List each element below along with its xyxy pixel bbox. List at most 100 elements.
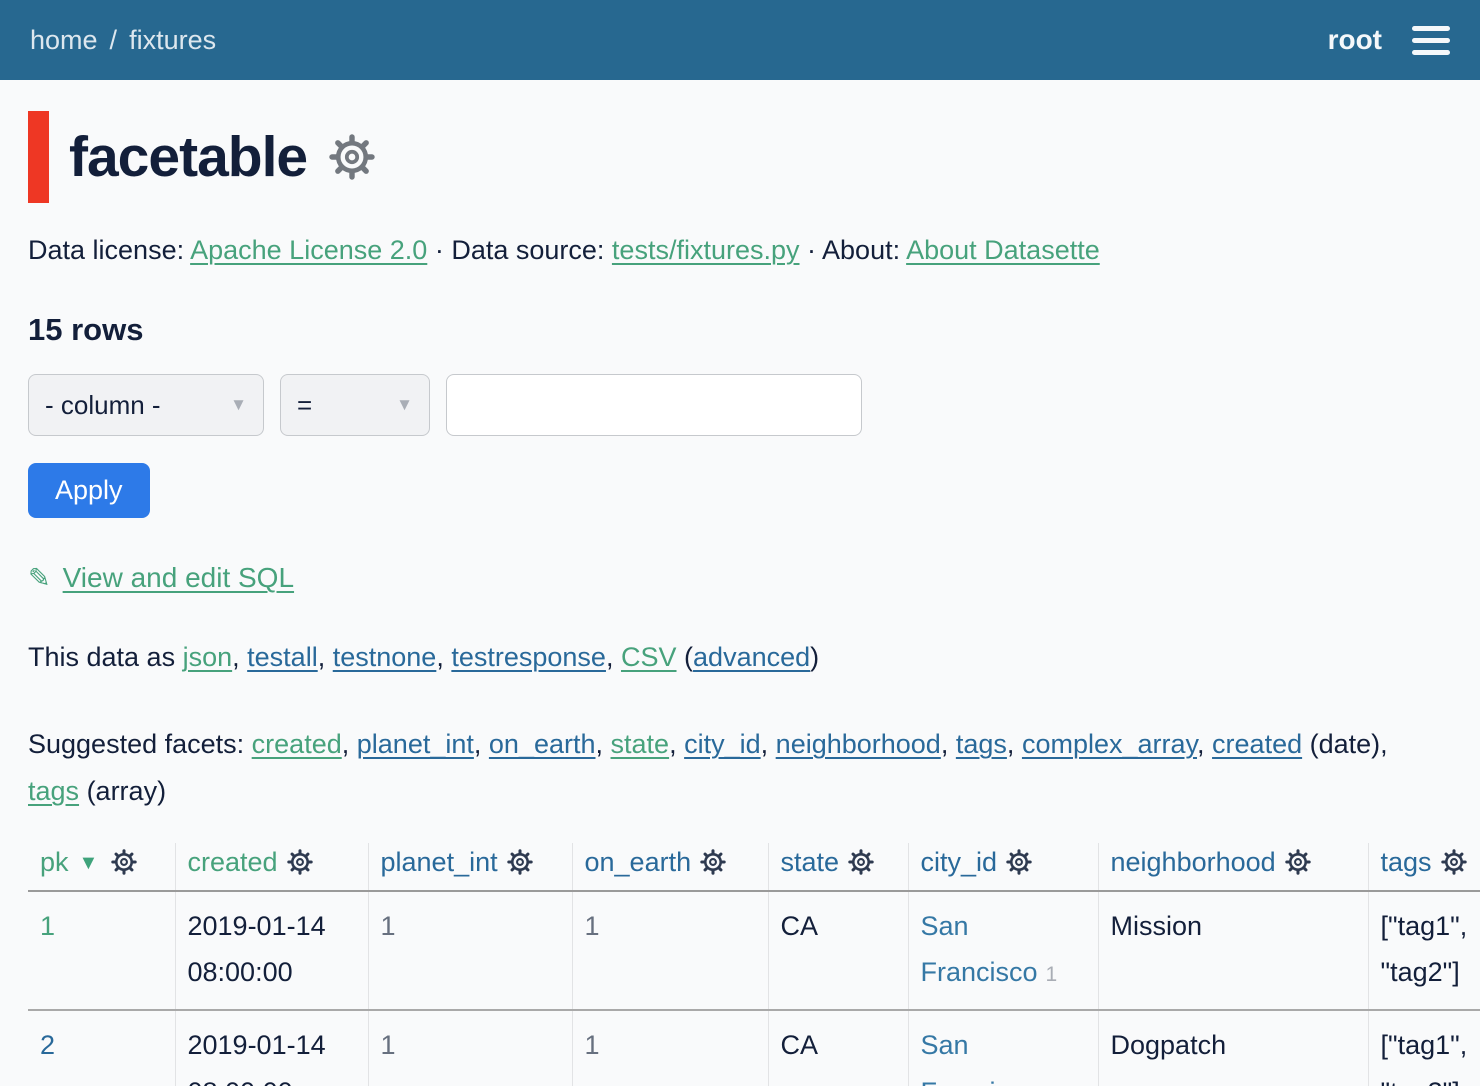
filter-operator-selected-value: = <box>297 390 312 421</box>
cell-neighborhood: Mission <box>1098 891 1368 1011</box>
filter-operator-select[interactable]: = ▼ <box>280 374 430 436</box>
facets-prefix: Suggested facets: <box>28 729 244 759</box>
about-link[interactable]: About Datasette <box>906 235 1100 265</box>
license-label: Data license: <box>28 235 184 265</box>
cell-city-id: San Francisco1 <box>908 1010 1098 1086</box>
close-paren: ) <box>810 642 819 672</box>
cell-pk: 1 <box>28 891 175 1011</box>
breadcrumb-separator: / <box>110 25 118 56</box>
cell-created: 2019-01-14 08:00:00 <box>175 891 368 1011</box>
city-link[interactable]: San Francisco <box>921 911 1038 987</box>
page-title: facetable <box>69 124 307 190</box>
column-planet-int-gear-icon[interactable] <box>506 848 534 876</box>
facet-link-created-date[interactable]: created <box>1212 729 1302 759</box>
cell-on-earth: 1 <box>572 1010 768 1086</box>
column-city-id-gear-icon[interactable] <box>1005 848 1033 876</box>
column-header-created: created <box>175 843 368 891</box>
filter-value-input[interactable] <box>446 374 862 436</box>
meta-separator: · <box>807 235 816 265</box>
city-link[interactable]: San Francisco <box>921 1030 1038 1086</box>
metadata-line: Data license: Apache License 2.0 · Data … <box>28 235 1480 266</box>
cell-state: CA <box>768 891 908 1011</box>
column-on-earth-gear-icon[interactable] <box>699 848 727 876</box>
facet-link-on-earth[interactable]: on_earth <box>489 729 596 759</box>
comma: , <box>342 729 350 759</box>
logged-in-user: root <box>1328 24 1382 56</box>
row-count: 15 rows <box>28 312 1480 348</box>
nav-right: root <box>1328 22 1450 59</box>
city-id-raw-value: 1 <box>1046 963 1058 986</box>
row-pk-link[interactable]: 1 <box>40 911 55 941</box>
column-tags-gear-icon[interactable] <box>1440 848 1468 876</box>
breadcrumb-home-link[interactable]: home <box>30 25 98 56</box>
row-pk-link[interactable]: 2 <box>40 1030 55 1060</box>
column-header-neighborhood-link[interactable]: neighborhood <box>1111 847 1276 877</box>
export-prefix: This data as <box>28 642 175 672</box>
table-actions-gear-icon[interactable] <box>327 132 377 182</box>
main-content: facetable Data license: Apache License 2… <box>0 111 1480 1086</box>
comma: , <box>669 729 677 759</box>
view-edit-sql-link[interactable]: View and edit SQL <box>63 562 294 593</box>
chevron-down-icon: ▼ <box>230 395 247 415</box>
facet-link-city-id[interactable]: city_id <box>684 729 761 759</box>
pencil-icon: ✎ <box>28 563 51 594</box>
filter-column-selected-value: - column - <box>45 390 161 421</box>
column-header-tags-link[interactable]: tags <box>1381 847 1432 877</box>
facet-link-tags[interactable]: tags <box>956 729 1007 759</box>
cell-state: CA <box>768 1010 908 1086</box>
column-header-pk-link[interactable]: pk <box>40 847 69 877</box>
column-header-city-id-link[interactable]: city_id <box>921 847 998 877</box>
facet-link-neighborhood[interactable]: neighborhood <box>776 729 941 759</box>
export-csv-advanced-link[interactable]: advanced <box>693 642 810 672</box>
column-header-on-earth-link[interactable]: on_earth <box>585 847 692 877</box>
cell-planet-int: 1 <box>368 1010 572 1086</box>
facet-link-created[interactable]: created <box>252 729 342 759</box>
export-csv-link[interactable]: CSV <box>621 642 677 672</box>
export-json-link[interactable]: json <box>183 642 233 672</box>
column-state-gear-icon[interactable] <box>847 848 875 876</box>
cell-created: 2019-01-14 08:00:00 <box>175 1010 368 1086</box>
database-color-bar <box>28 111 49 203</box>
cell-on-earth: 1 <box>572 891 768 1011</box>
license-link[interactable]: Apache License 2.0 <box>190 235 427 265</box>
facet-link-state[interactable]: state <box>611 729 670 759</box>
facet-link-planet-int[interactable]: planet_int <box>357 729 474 759</box>
comma: , <box>1007 729 1015 759</box>
column-pk-gear-icon[interactable] <box>110 848 138 876</box>
comma: , <box>596 729 604 759</box>
column-header-state-link[interactable]: state <box>781 847 840 877</box>
comma: , <box>1380 729 1388 759</box>
table-header-row: pk▼ created planet_int on_earth state <box>28 843 1480 891</box>
hamburger-bar <box>1412 50 1450 55</box>
column-header-planet-int: planet_int <box>368 843 572 891</box>
column-created-gear-icon[interactable] <box>286 848 314 876</box>
hamburger-menu-icon[interactable] <box>1412 22 1450 59</box>
about-label: About: <box>822 235 900 265</box>
column-header-state: state <box>768 843 908 891</box>
export-testresponse-link[interactable]: testresponse <box>451 642 606 672</box>
cell-tags: ["tag1", "tag3"] <box>1368 1010 1480 1086</box>
open-paren: ( <box>684 642 693 672</box>
apply-button[interactable]: Apply <box>28 463 150 518</box>
chevron-down-icon: ▼ <box>396 395 413 415</box>
column-header-neighborhood: neighborhood <box>1098 843 1368 891</box>
column-header-planet-int-link[interactable]: planet_int <box>381 847 498 877</box>
suggested-facets-row: Suggested facets: created, planet_int, o… <box>28 721 1388 816</box>
facet-link-complex-array[interactable]: complex_array <box>1022 729 1197 759</box>
breadcrumb-database-link[interactable]: fixtures <box>129 25 216 56</box>
column-header-city-id: city_id <box>908 843 1098 891</box>
source-link[interactable]: tests/fixtures.py <box>612 235 800 265</box>
comma: , <box>474 729 482 759</box>
comma: , <box>318 642 326 672</box>
cell-city-id: San Francisco 1 <box>908 891 1098 1011</box>
filter-column-select[interactable]: - column - ▼ <box>28 374 264 436</box>
facet-link-tags-array[interactable]: tags <box>28 776 79 806</box>
export-testall-link[interactable]: testall <box>247 642 318 672</box>
column-header-created-link[interactable]: created <box>188 847 278 877</box>
cell-tags: ["tag1", "tag2"] <box>1368 891 1480 1011</box>
source-label: Data source: <box>451 235 604 265</box>
column-neighborhood-gear-icon[interactable] <box>1284 848 1312 876</box>
cell-planet-int: 1 <box>368 891 572 1011</box>
results-table-wrap: pk▼ created planet_int on_earth state <box>28 843 1480 1086</box>
export-testnone-link[interactable]: testnone <box>333 642 437 672</box>
